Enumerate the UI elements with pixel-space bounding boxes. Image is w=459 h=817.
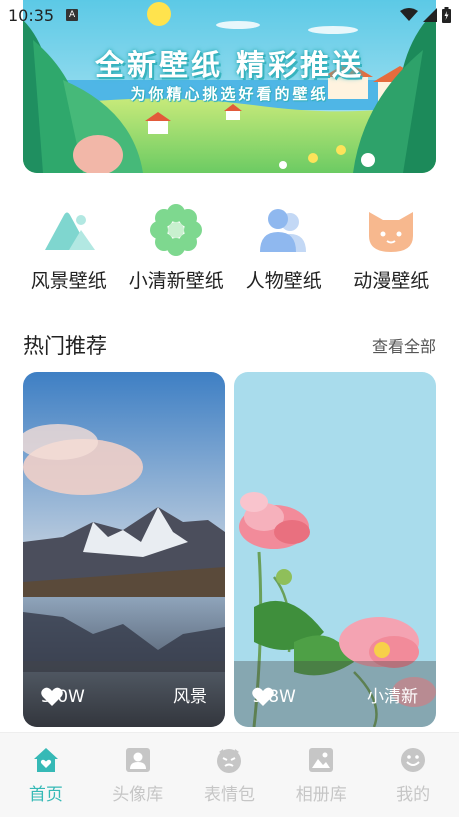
flower-icon <box>150 204 203 256</box>
card-tag: 风景 <box>173 687 207 707</box>
smile-icon <box>401 747 426 772</box>
signal-icon <box>423 8 437 22</box>
tab-home[interactable]: 首页 <box>1 746 91 805</box>
status-time: 10:35 <box>8 5 55 25</box>
emoji-icon <box>217 748 242 773</box>
view-all-link[interactable]: 查看全部 <box>372 333 436 357</box>
category-people[interactable]: 人物壁纸 <box>230 200 338 300</box>
banner-subtitle: 为你精心挑选好看的壁纸 <box>130 85 329 103</box>
banner-title: 全新壁纸 精彩推送 <box>94 48 365 82</box>
category-label: 小清新壁纸 <box>128 270 224 292</box>
category-label: 动漫壁纸 <box>353 270 430 292</box>
home-icon <box>33 747 58 772</box>
section-header: 热门推荐 查看全部 <box>23 330 436 360</box>
tab-label: 我的 <box>396 784 431 805</box>
category-label: 人物壁纸 <box>245 270 322 292</box>
tab-label: 首页 <box>28 784 63 805</box>
like-count: 9.8W <box>252 687 296 707</box>
wallpaper-card-fresh[interactable]: 9.8W 小清新 <box>234 372 436 727</box>
card-tag: 小清新 <box>367 687 418 707</box>
tab-label: 表情包 <box>203 784 255 805</box>
heart-icon <box>252 687 274 706</box>
album-icon <box>309 747 334 772</box>
bottom-tab-bar: 首页 头像库 表情包 相册库 我的 <box>0 732 459 817</box>
tab-label: 头像库 <box>112 784 164 805</box>
category-label: 风景壁纸 <box>30 270 107 292</box>
avatar-icon <box>125 747 150 772</box>
category-row: 风景壁纸 小清新壁纸 人物壁纸 动漫壁纸 <box>15 200 445 300</box>
category-fresh[interactable]: 小清新壁纸 <box>123 200 231 300</box>
tab-avatar[interactable]: 头像库 <box>93 746 183 805</box>
wifi-icon <box>400 8 418 21</box>
battery-icon <box>442 7 451 23</box>
status-bar: 10:35 A <box>0 0 459 30</box>
category-anime[interactable]: 动漫壁纸 <box>338 200 446 300</box>
tab-emoji[interactable]: 表情包 <box>184 746 274 805</box>
mountain-icon <box>44 212 95 250</box>
people-icon <box>259 209 306 252</box>
tab-album[interactable]: 相册库 <box>276 746 366 805</box>
category-landscape[interactable]: 风景壁纸 <box>15 200 123 300</box>
section-title: 热门推荐 <box>23 334 107 358</box>
heart-icon <box>41 687 63 706</box>
notification-badge: A <box>66 9 79 21</box>
tab-mine[interactable]: 我的 <box>368 746 458 805</box>
cat-icon <box>369 212 414 252</box>
like-count: 5.0W <box>41 687 85 707</box>
tab-label: 相册库 <box>295 784 347 805</box>
wallpaper-card-landscape[interactable]: 5.0W 风景 <box>23 372 225 727</box>
